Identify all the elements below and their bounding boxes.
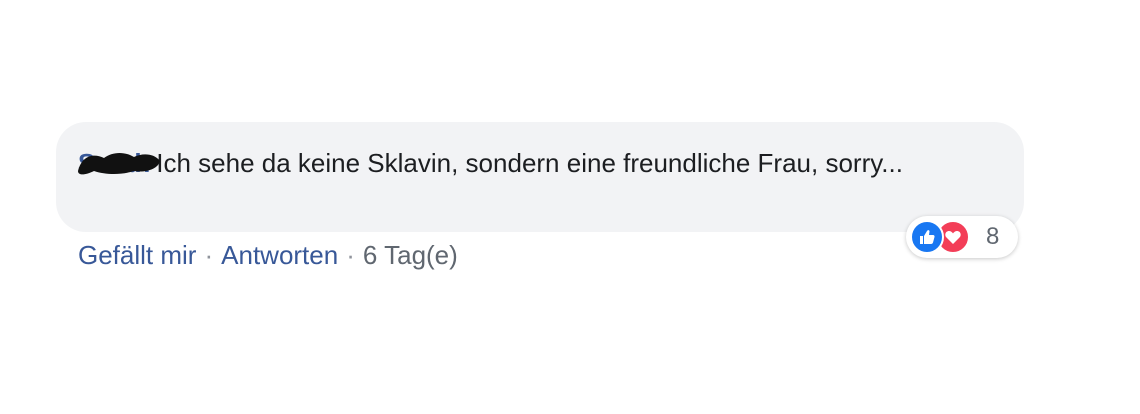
author-name[interactable]: Sarah xyxy=(78,145,160,182)
author-name-text: Sarah xyxy=(78,148,151,178)
comment-bubble: Sarah Ich sehe da keine Sklavin, sondern … xyxy=(56,122,1024,232)
separator: · xyxy=(346,240,355,270)
comment-actions: Gefällt mir · Antworten · 6 Tag(e) xyxy=(78,238,458,272)
reactions-summary[interactable]: 8 xyxy=(906,216,1018,258)
comment-text: Ich sehe da keine Sklavin, sondern eine … xyxy=(156,148,903,178)
separator: · xyxy=(204,240,214,270)
comment-body: Sarah Ich sehe da keine Sklavin, sondern … xyxy=(78,145,998,182)
timestamp[interactable]: 6 Tag(e) xyxy=(363,240,458,270)
reply-link[interactable]: Antworten xyxy=(221,240,338,270)
like-link[interactable]: Gefällt mir xyxy=(78,240,196,270)
like-reaction-icon xyxy=(910,220,944,254)
reaction-count: 8 xyxy=(986,223,1000,250)
